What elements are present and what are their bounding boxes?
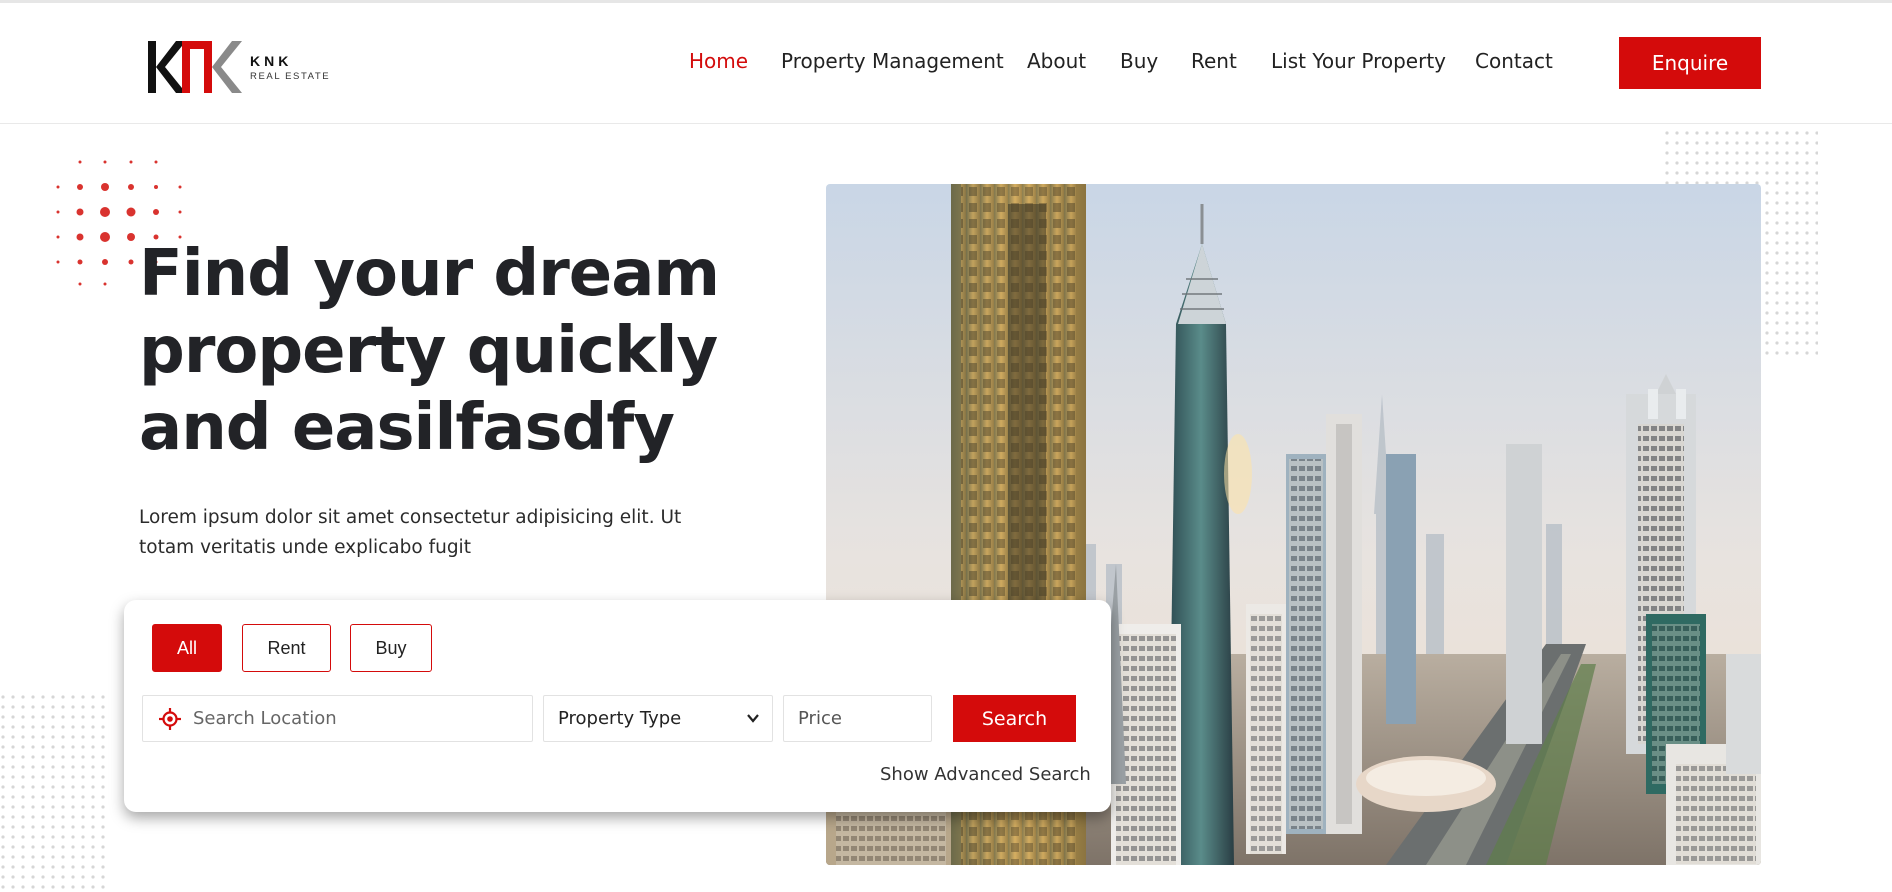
hero-title-line: Find your dream xyxy=(139,237,720,311)
tab-rent[interactable]: Rent xyxy=(242,624,331,672)
price-field xyxy=(783,695,932,742)
hero-title-line: and easilfasdfy xyxy=(139,391,675,465)
crosshair-pin-icon xyxy=(159,708,181,730)
property-search-card: All Rent Buy Property Type Search Show A… xyxy=(124,600,1111,812)
tab-buy[interactable]: Buy xyxy=(350,624,432,672)
property-type-value: Property Type xyxy=(558,708,682,729)
nav-item-contact[interactable]: Contact xyxy=(1475,49,1553,73)
nav-item-buy[interactable]: Buy xyxy=(1120,49,1158,73)
property-type-select[interactable]: Property Type xyxy=(543,695,773,742)
search-location-input[interactable] xyxy=(193,696,523,741)
tab-all[interactable]: All xyxy=(152,624,222,672)
site-header: KNK REAL ESTATE Home Property Management… xyxy=(0,3,1892,124)
logo-subtitle-text: REAL ESTATE xyxy=(250,71,331,82)
location-field xyxy=(142,695,533,742)
nav-item-list-your-property[interactable]: List Your Property xyxy=(1271,49,1446,73)
nav-item-home[interactable]: Home xyxy=(689,49,748,73)
search-button[interactable]: Search xyxy=(953,695,1076,742)
hero-title-line: property quickly xyxy=(139,314,718,388)
enquire-button[interactable]: Enquire xyxy=(1619,37,1761,89)
hero-description: Lorem ipsum dolor sit amet consectetur a… xyxy=(139,503,699,563)
nav-item-about[interactable]: About xyxy=(1027,49,1086,73)
nav-item-rent[interactable]: Rent xyxy=(1191,49,1237,73)
logo-brand-text: KNK xyxy=(250,53,293,69)
show-advanced-search-link[interactable]: Show Advanced Search xyxy=(880,764,1091,785)
chevron-down-icon xyxy=(747,714,759,723)
hero-description-line: Lorem ipsum dolor sit amet consectetur a… xyxy=(139,507,682,528)
hero-description-line: totam veritatis unde explicabo fugit xyxy=(139,537,471,558)
nav-item-property-management[interactable]: Property Management xyxy=(781,49,1004,73)
price-input[interactable] xyxy=(784,696,931,741)
grey-dots-decoration-left xyxy=(0,694,108,892)
knk-logo[interactable]: KNK REAL ESTATE xyxy=(146,37,336,97)
knk-logo-mark-icon xyxy=(148,41,242,93)
hero-title: Find your dream property quickly and eas… xyxy=(139,236,739,467)
